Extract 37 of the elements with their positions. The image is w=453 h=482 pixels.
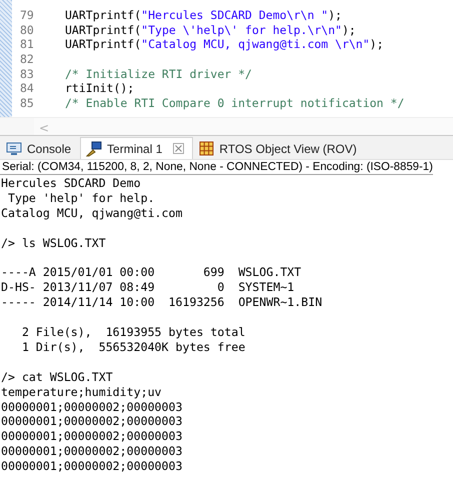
line-number: 80 bbox=[20, 22, 35, 38]
terminal-line: 1 Dir(s), 556532040K bytes free bbox=[20, 340, 246, 355]
close-icon[interactable] bbox=[173, 143, 184, 154]
terminal-line: 00000001;00000002;00000003 bbox=[1, 429, 182, 444]
view-tab[interactable]: RTOS Object View (ROV) bbox=[193, 137, 366, 159]
terminal-line: Catalog MCU, qjwang@ti.com bbox=[1, 206, 182, 221]
line-number: 83 bbox=[20, 66, 35, 82]
code-line: UARTprintf("Catalog MCU, qjwang@ti.com \r\n"); bbox=[65, 37, 384, 52]
terminal-line: D-HS- 2013/11/07 08:49 0 SYSTEM~1 bbox=[1, 280, 294, 296]
grid-icon bbox=[199, 141, 214, 156]
terminal-line: Type 'help' for help. bbox=[6, 190, 155, 206]
terminal-plug-icon bbox=[86, 140, 102, 156]
code-line: rtiInit(); bbox=[65, 81, 134, 96]
monitor-icon bbox=[6, 142, 22, 156]
line-number: 82 bbox=[20, 52, 35, 67]
terminal-line: ----- 2014/11/14 10:00 16193256 OPENWR~1.BIN bbox=[1, 295, 322, 310]
terminal-line: 00000001;00000002;00000003 bbox=[1, 400, 182, 414]
terminal-line: 00000001;00000002;00000003 bbox=[1, 444, 182, 460]
terminal-line: ----A 2015/01/01 00:00 699 WSLOG.TXT bbox=[1, 265, 302, 280]
line-number: 84 bbox=[20, 81, 35, 96]
view-tab[interactable]: Terminal 1 bbox=[80, 137, 194, 159]
connection-status: Serial: (COM34, 115200, 8, 2, None, None - CONNECTED) - Encoding: (ISO-8859-1) bbox=[0, 160, 433, 175]
code-line: /* Initialize RTI driver */ bbox=[65, 66, 252, 82]
terminal-line: temperature;humidity;uv bbox=[1, 384, 162, 400]
line-number: 85 bbox=[20, 96, 35, 111]
code-line: UARTprintf("Type \'help\' for help.\r\n"); bbox=[65, 22, 356, 38]
terminal-line: /> ls WSLOG.TXT bbox=[1, 236, 106, 251]
terminal-line: 00000001;00000002;00000003 bbox=[1, 459, 182, 474]
terminal-line: Hercules SDCARD Demo bbox=[1, 176, 141, 191]
view-tab[interactable]: Console bbox=[0, 137, 80, 159]
terminal-line: 2 File(s), 16193955 bytes total bbox=[20, 325, 246, 340]
code-line: /* Enable RTI Compare 0 interrupt notification */ bbox=[65, 96, 404, 111]
code-line: UARTprintf("Hercules SDCARD Demo\r\n "); bbox=[65, 8, 342, 23]
line-number: 81 bbox=[20, 37, 35, 52]
line-number: 79 bbox=[20, 8, 35, 23]
terminal-line: /> cat WSLOG.TXT bbox=[1, 370, 113, 385]
terminal-line: 00000001;00000002;00000003 bbox=[1, 414, 182, 430]
